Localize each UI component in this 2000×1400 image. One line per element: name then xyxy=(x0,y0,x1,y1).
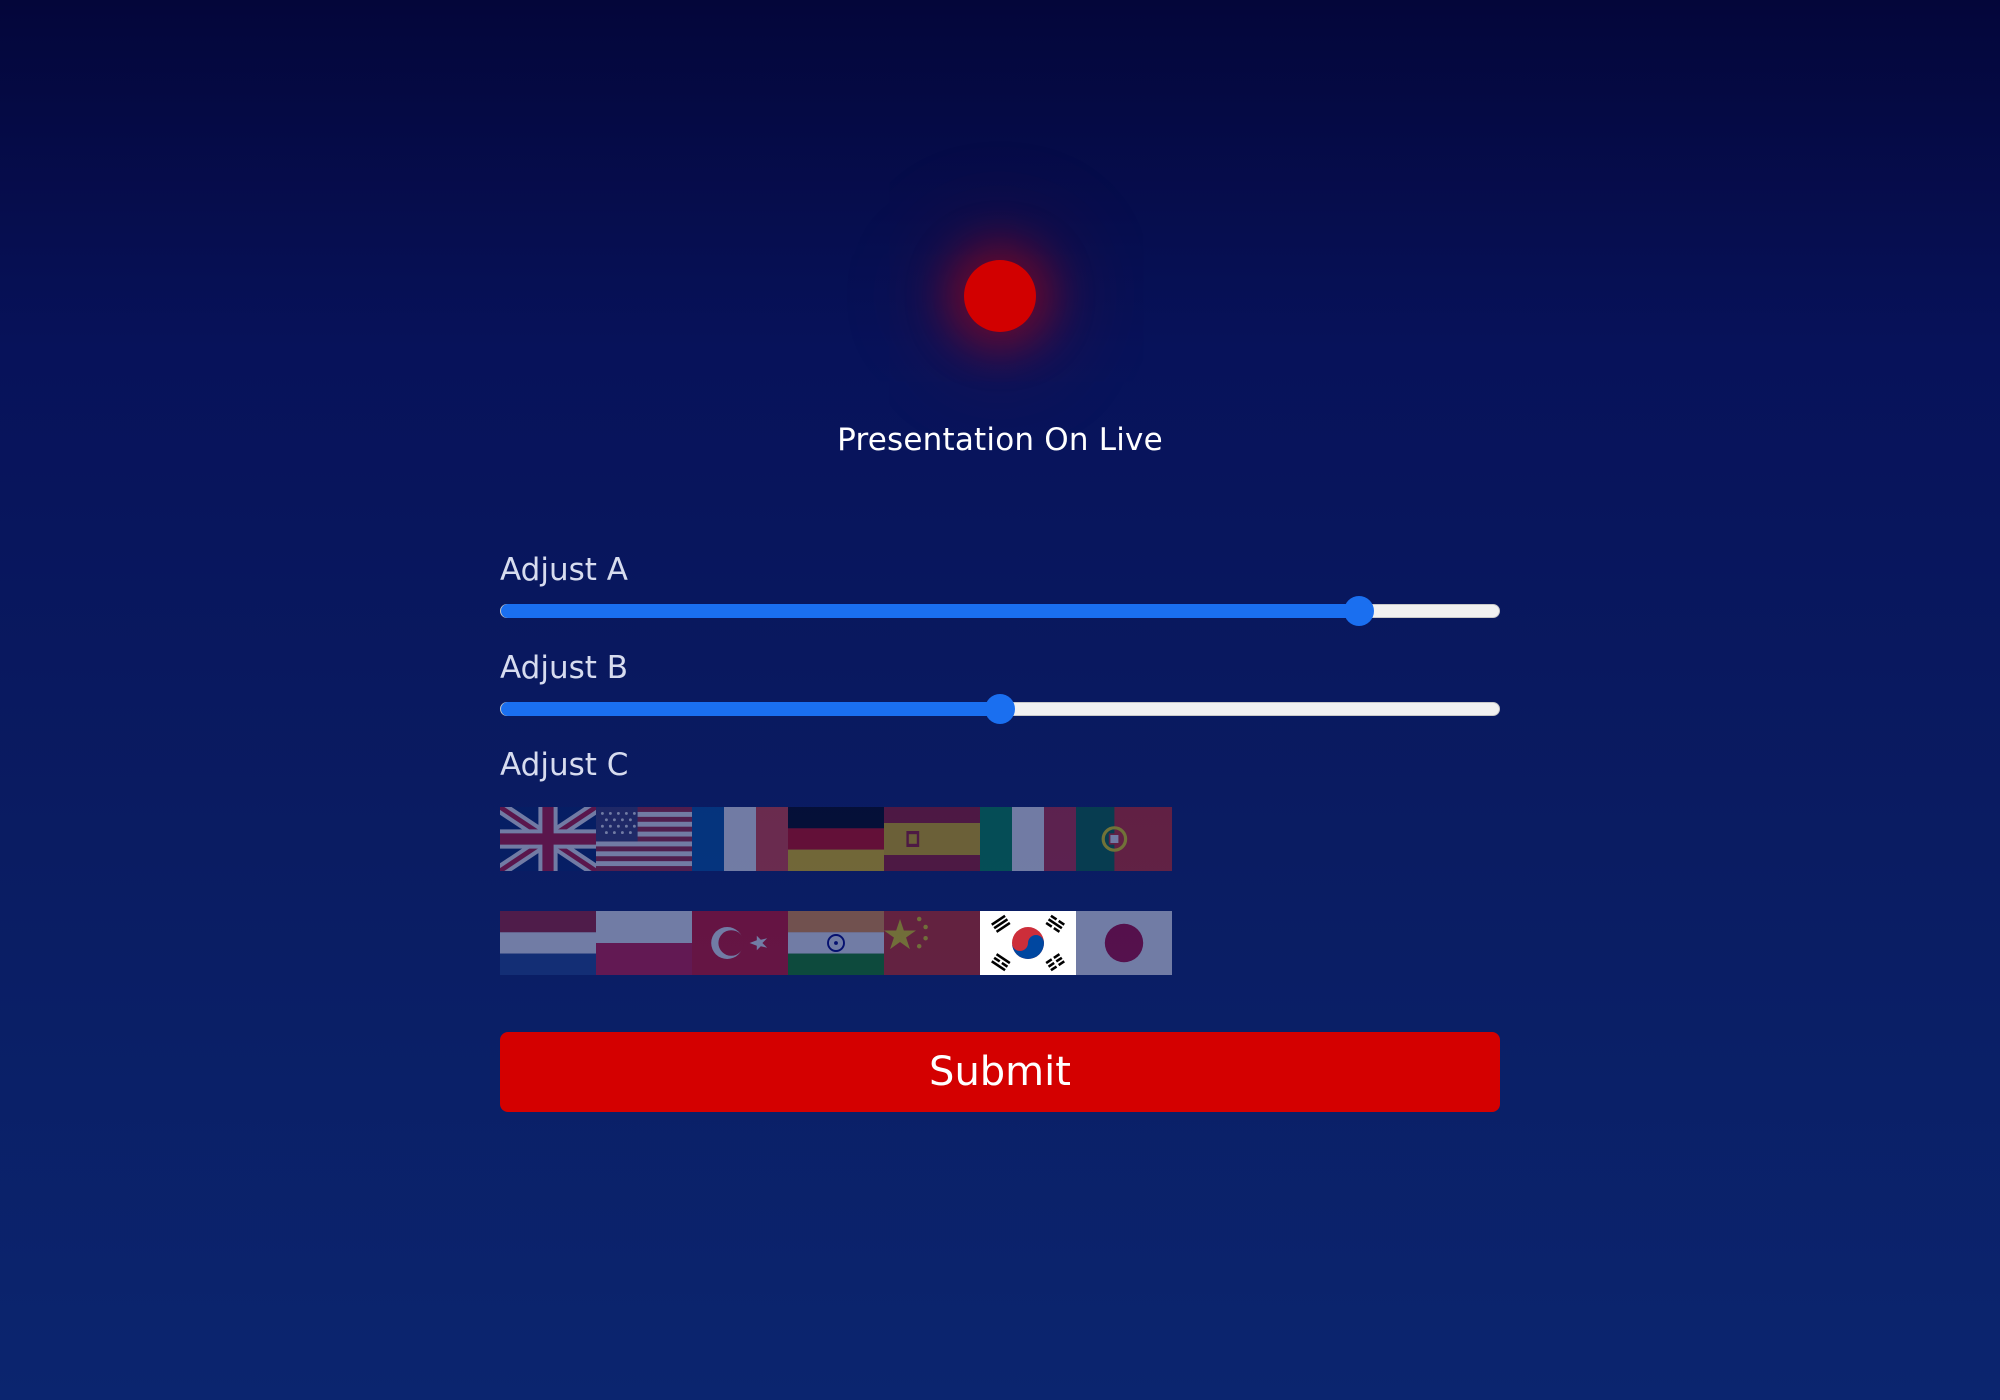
adjust-b-thumb[interactable] xyxy=(985,694,1015,724)
flag-portugal[interactable] xyxy=(1076,807,1172,871)
adjust-b-slider[interactable] xyxy=(500,694,1500,724)
flag-turkey[interactable] xyxy=(692,911,788,975)
adjust-b-label: Adjust B xyxy=(500,650,629,686)
flag-china[interactable] xyxy=(884,911,980,975)
flag-india[interactable] xyxy=(788,911,884,975)
adjust-a-slider[interactable] xyxy=(500,596,1500,626)
flag-row-1 xyxy=(500,807,1172,871)
flag-germany[interactable] xyxy=(788,807,884,871)
flag-spain[interactable] xyxy=(884,807,980,871)
flag-poland[interactable] xyxy=(596,911,692,975)
adjust-b-fill xyxy=(501,702,1000,716)
flag-south-korea[interactable] xyxy=(980,911,1076,975)
adjust-a-thumb[interactable] xyxy=(1344,596,1375,626)
adjust-c-label: Adjust C xyxy=(500,747,629,783)
flag-row-2 xyxy=(500,911,1172,975)
page-title: Presentation On Live xyxy=(837,422,1163,458)
flag-united-states[interactable] xyxy=(596,807,692,871)
adjust-a-label: Adjust A xyxy=(500,552,628,588)
live-indicator xyxy=(964,260,1036,332)
adjust-a-fill xyxy=(501,604,1360,618)
flag-japan[interactable] xyxy=(1076,911,1172,975)
flag-netherlands[interactable] xyxy=(500,911,596,975)
submit-button[interactable]: Submit xyxy=(500,1032,1500,1112)
flag-france[interactable] xyxy=(692,807,788,871)
flag-italy[interactable] xyxy=(980,807,1076,871)
flag-united-kingdom[interactable] xyxy=(500,807,596,871)
